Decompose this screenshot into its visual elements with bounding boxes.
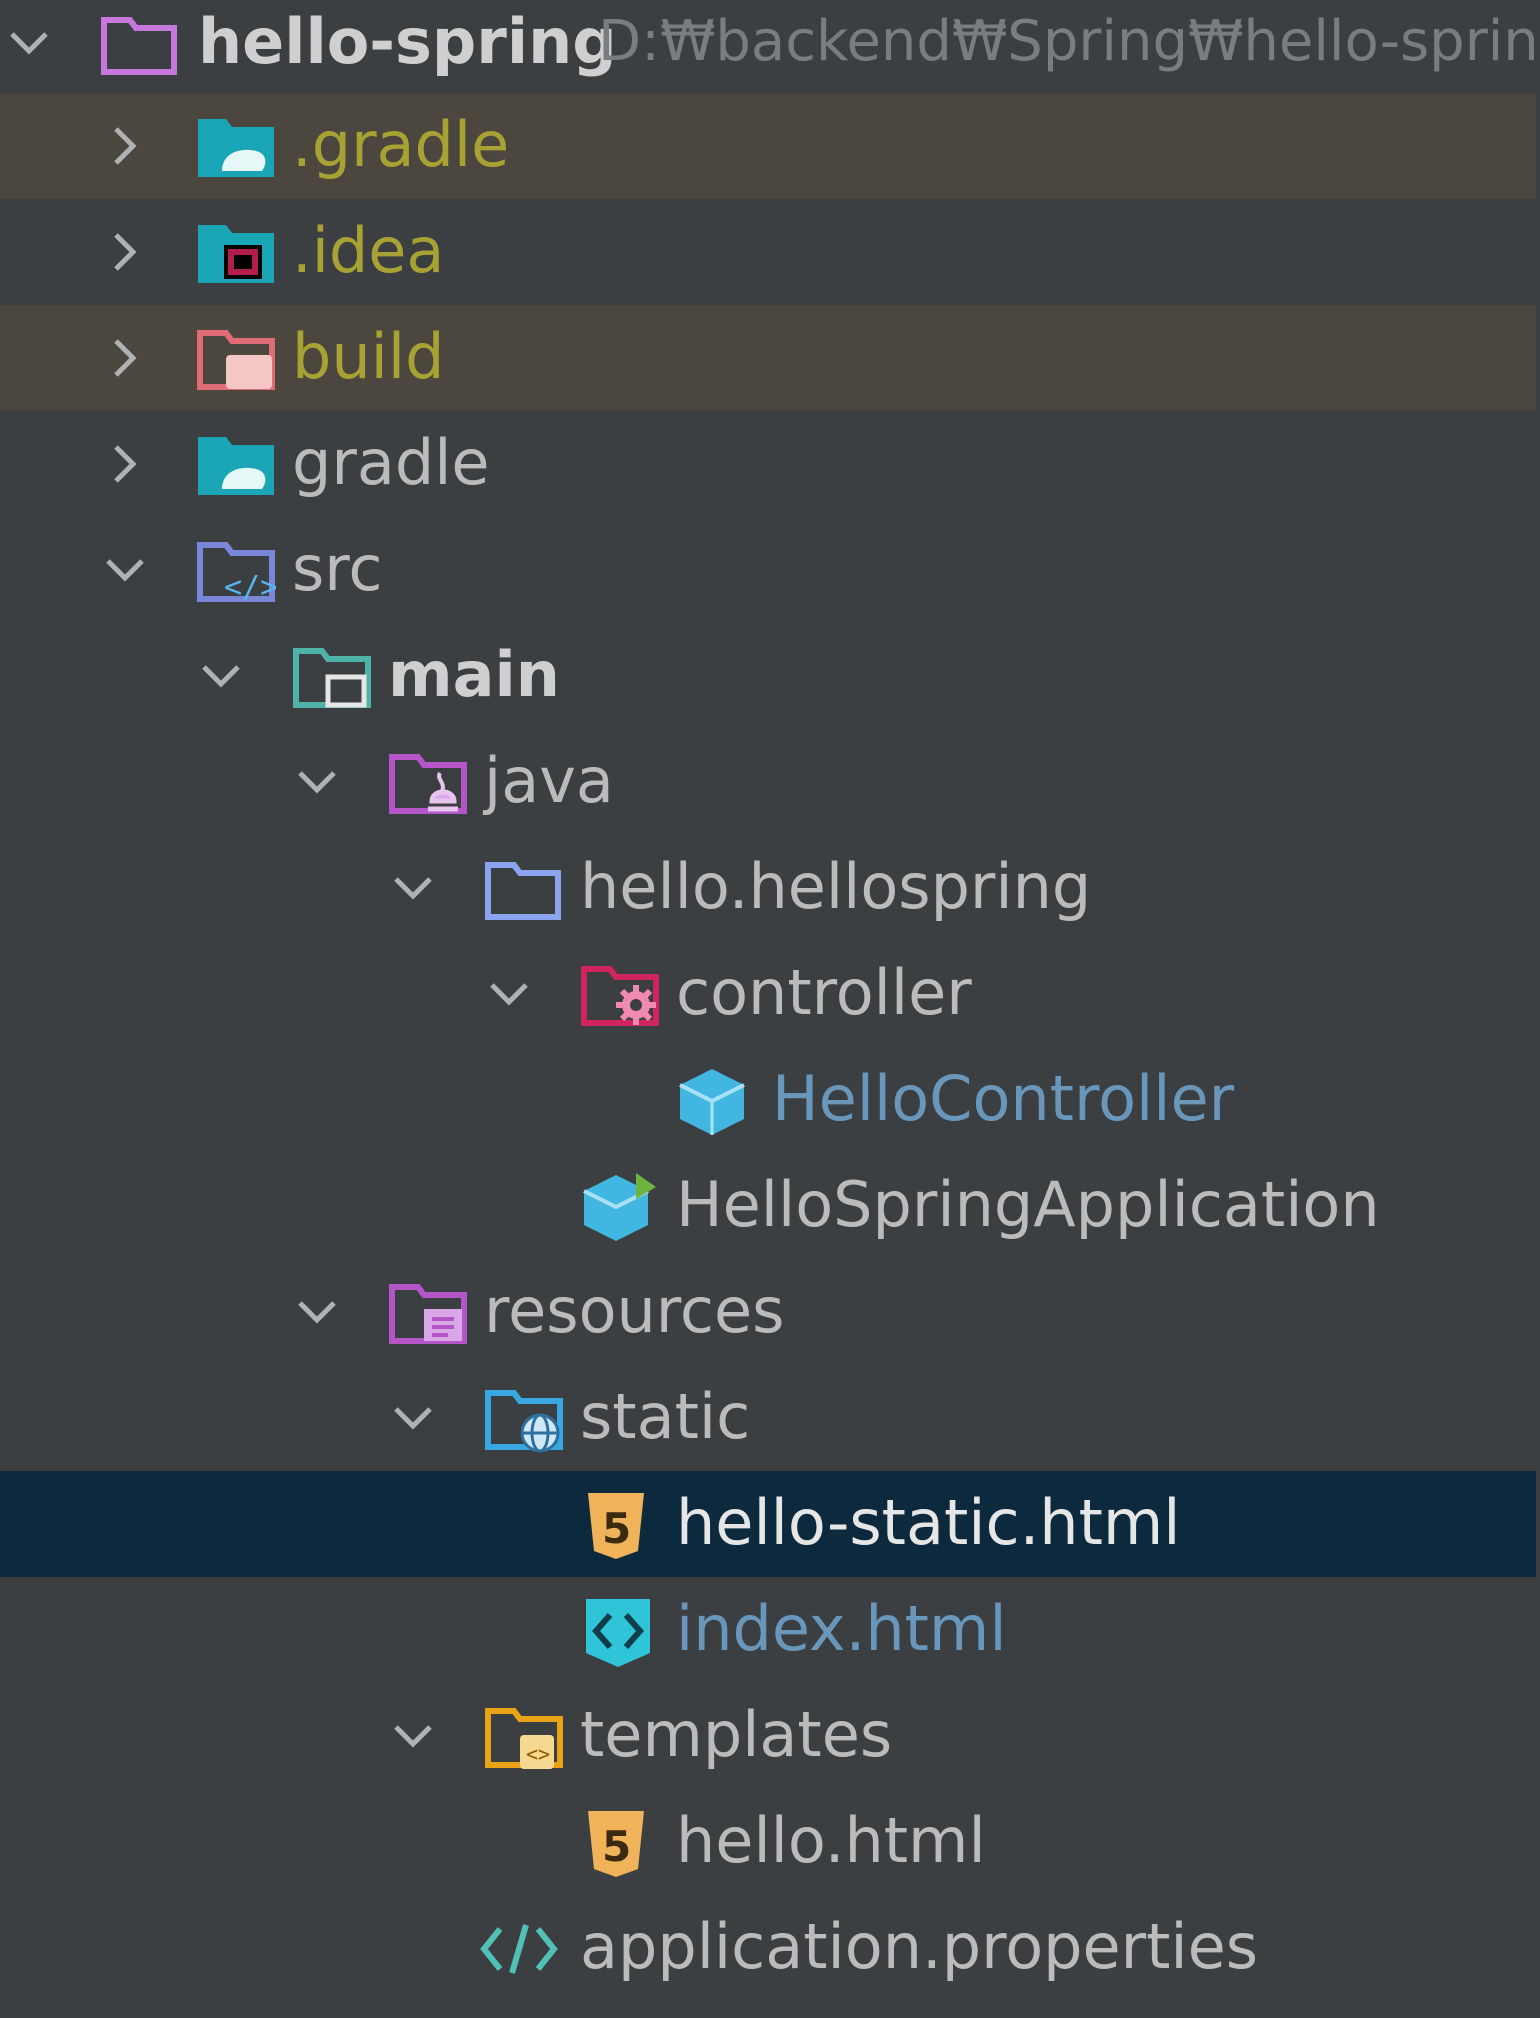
chevron-down-icon[interactable] [4, 18, 54, 68]
tree-row-hello-html[interactable]: 5 hello.html [0, 1789, 1536, 1895]
excluded-folder-icon [196, 325, 276, 395]
tree-row-main[interactable]: main [0, 623, 1536, 729]
tree-row-static[interactable]: static [0, 1365, 1536, 1471]
file-label: application.properties [580, 1910, 1259, 1983]
svg-text:5: 5 [602, 1504, 631, 1553]
tree-row-project-root[interactable]: hello-spring D:₩backend₩Spring₩hello-spr… [0, 0, 1539, 96]
tree-row-idea[interactable]: .idea [0, 199, 1536, 305]
tree-row-java[interactable]: java [0, 729, 1536, 835]
chevron-down-icon[interactable] [292, 757, 342, 807]
svg-text:<>: <> [526, 1742, 550, 1766]
module-folder-icon [100, 10, 180, 80]
folder-label: hello.hellospring [580, 850, 1092, 923]
package-folder-icon [484, 855, 564, 925]
file-label: hello-static.html [676, 1486, 1181, 1559]
folder-label: main [388, 638, 560, 711]
chevron-right-icon[interactable] [100, 333, 150, 383]
project-tree: hello-spring D:₩backend₩Spring₩hello-spr… [0, 0, 1540, 2018]
tree-row-hello-controller[interactable]: HelloController [0, 1047, 1536, 1153]
file-label: HelloController [772, 1062, 1235, 1135]
tree-row-controller[interactable]: controller [0, 941, 1536, 1047]
gradle-folder-icon [196, 113, 276, 183]
gear-folder-icon [580, 961, 660, 1031]
tree-row-templates[interactable]: <> templates [0, 1683, 1536, 1789]
project-name: hello-spring [198, 5, 617, 78]
html5-file-icon: 5 [580, 1809, 660, 1879]
folder-label: resources [484, 1274, 785, 1347]
tree-row-gradle-hidden[interactable]: .gradle [0, 93, 1536, 199]
chevron-down-icon[interactable] [388, 1711, 438, 1761]
file-label: HelloSpringApplication [676, 1168, 1380, 1241]
html-file-icon [580, 1597, 660, 1667]
chevron-down-icon[interactable] [484, 969, 534, 1019]
chevron-down-icon[interactable] [388, 863, 438, 913]
folder-label: src [292, 532, 383, 605]
java-class-icon [676, 1067, 756, 1137]
idea-folder-icon [196, 219, 276, 289]
tree-row-build[interactable]: build [0, 305, 1536, 411]
chevron-right-icon[interactable] [100, 439, 150, 489]
tree-row-index-html[interactable]: index.html [0, 1577, 1536, 1683]
folder-label: .gradle [292, 108, 510, 181]
web-folder-icon [484, 1385, 564, 1455]
templates-folder-icon: <> [484, 1703, 564, 1773]
folder-label: java [484, 744, 614, 817]
folder-label: .idea [292, 214, 445, 287]
module-folder-icon [292, 643, 372, 713]
gradle-folder-icon [196, 431, 276, 501]
svg-text:</>: </> [224, 570, 276, 605]
resources-folder-icon [388, 1279, 468, 1349]
html5-file-icon: 5 [580, 1491, 660, 1561]
chevron-down-icon[interactable] [292, 1287, 342, 1337]
chevron-down-icon[interactable] [100, 545, 150, 595]
folder-label: build [292, 320, 445, 393]
tree-row-gradle[interactable]: gradle [0, 411, 1536, 517]
chevron-right-icon[interactable] [100, 227, 150, 277]
java-source-folder-icon [388, 749, 468, 819]
tree-row-src[interactable]: </> src [0, 517, 1536, 623]
tree-row-resources[interactable]: resources [0, 1259, 1536, 1365]
tree-row-package[interactable]: hello.hellospring [0, 835, 1536, 941]
chevron-down-icon[interactable] [388, 1393, 438, 1443]
file-label: index.html [676, 1592, 1007, 1665]
tree-row-hello-spring-application[interactable]: HelloSpringApplication [0, 1153, 1536, 1259]
folder-label: static [580, 1380, 751, 1453]
source-folder-icon: </> [196, 537, 276, 607]
spring-boot-class-icon [580, 1173, 660, 1243]
tree-row-hello-static-html[interactable]: 5 hello-static.html [0, 1471, 1536, 1577]
tree-row-application-properties[interactable]: application.properties [0, 1895, 1536, 2001]
svg-text:5: 5 [602, 1822, 631, 1871]
chevron-right-icon[interactable] [100, 121, 150, 171]
folder-label: controller [676, 956, 972, 1029]
file-label: hello.html [676, 1804, 986, 1877]
folder-label: gradle [292, 426, 490, 499]
project-path: D:₩backend₩Spring₩hello-sprin [598, 9, 1539, 74]
folder-label: templates [580, 1698, 893, 1771]
properties-file-icon [480, 1915, 560, 1985]
chevron-down-icon[interactable] [196, 651, 246, 701]
